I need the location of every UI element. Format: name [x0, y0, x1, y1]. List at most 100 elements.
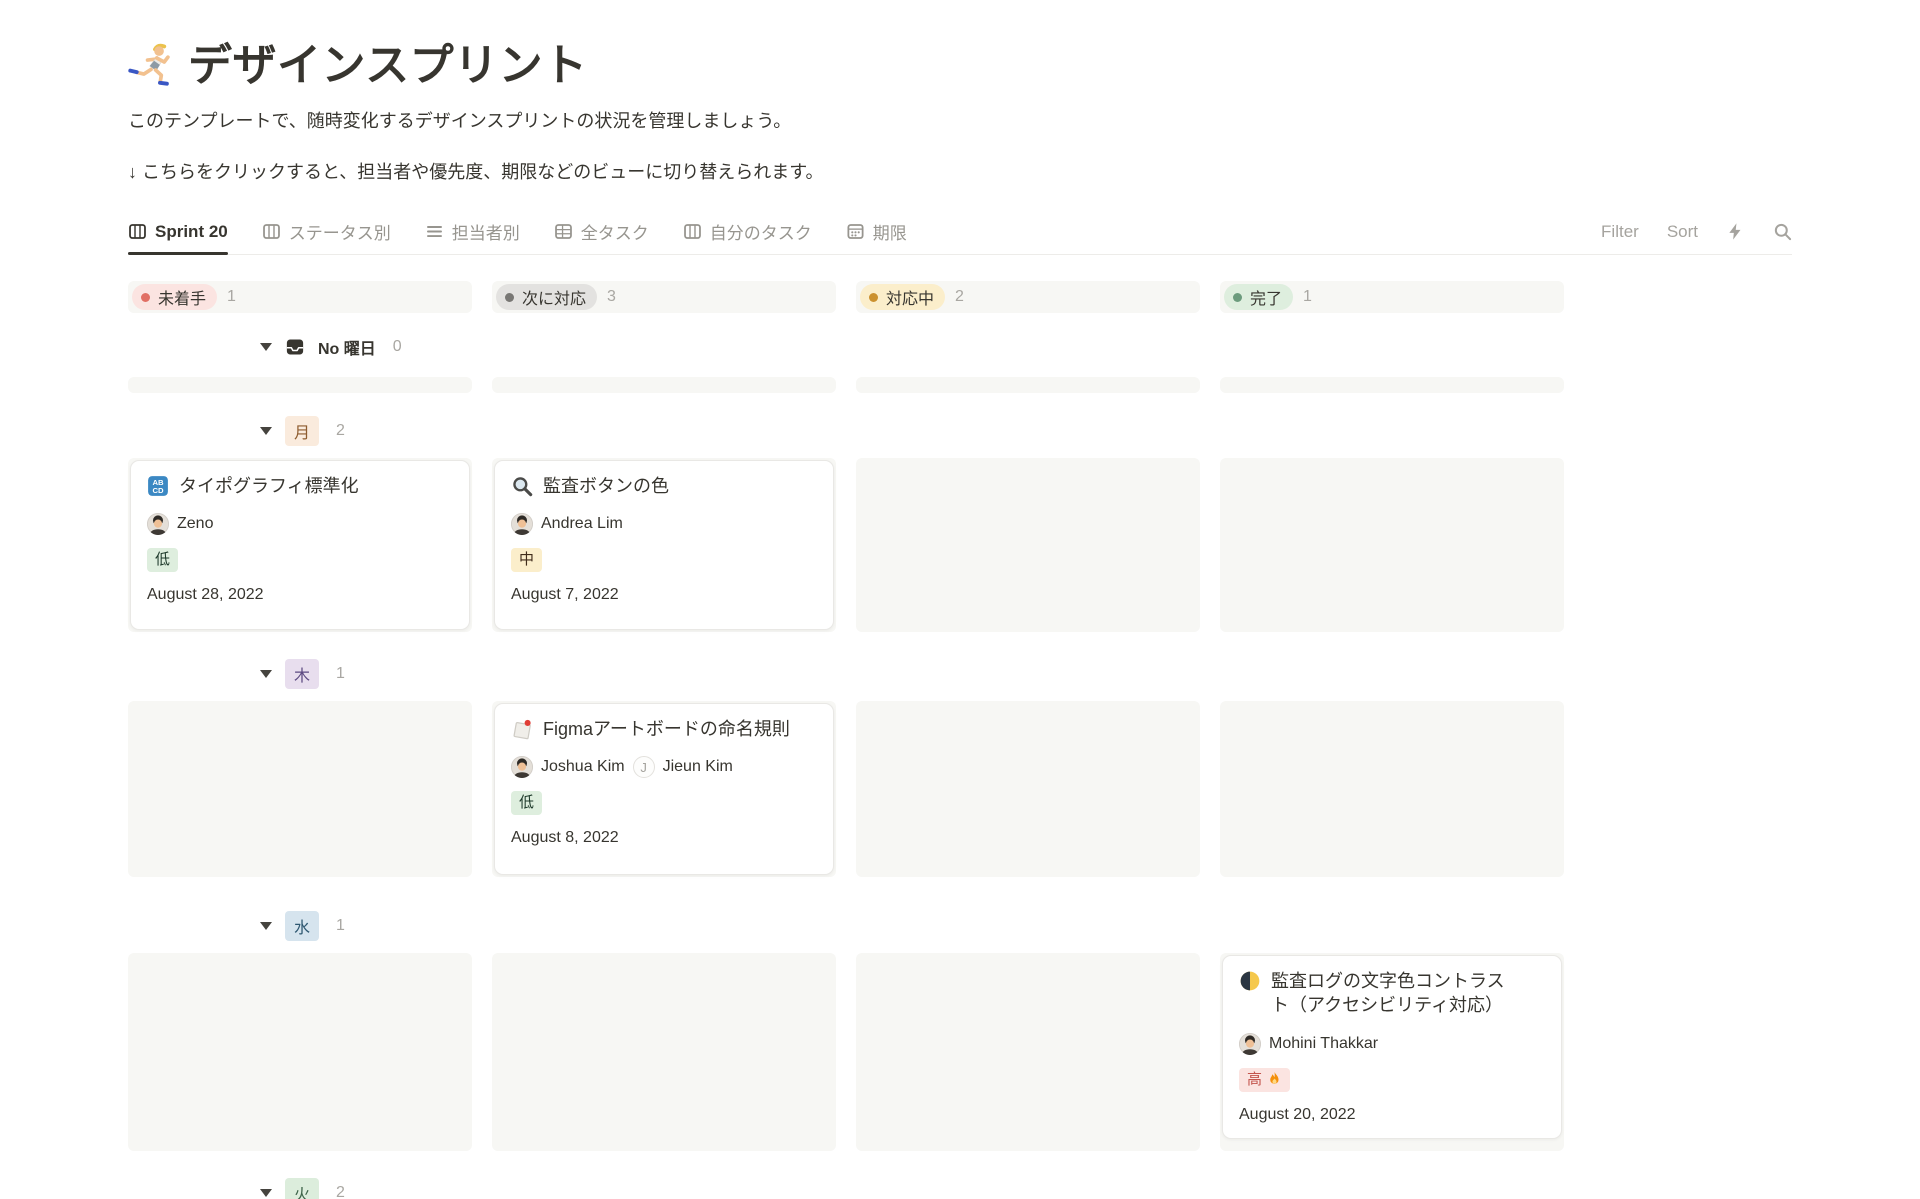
- calendar-icon: [846, 222, 865, 241]
- tab-label: 担当者別: [452, 219, 520, 244]
- status-pill-notstarted[interactable]: 未着手: [132, 284, 217, 310]
- group-label: No 曜日: [318, 335, 376, 359]
- group-count: 1: [336, 665, 345, 683]
- page-title: デザインスプリント: [188, 40, 588, 93]
- status-pill-done[interactable]: 完了: [1224, 284, 1293, 310]
- list-icon: [425, 222, 444, 241]
- column-strip: [856, 701, 1200, 877]
- board-icon: [683, 222, 702, 241]
- group-body-wednesday: 監査ログの文字色コントラスト（アクセシビリティ対応） Mohini Thakka…: [128, 953, 1564, 1151]
- group-count: 2: [336, 1184, 345, 1199]
- status-label: 未着手: [158, 285, 206, 309]
- assignee-name: Mohini Thakkar: [1269, 1035, 1378, 1053]
- status-pill-next[interactable]: 次に対応: [496, 284, 597, 310]
- page-header: デザインスプリント このテンプレートで、随時変化するデザインスプリントの状況を管…: [0, 0, 1920, 185]
- group-wednesday: 水 1 監査ログの文字色コントラスト（アクセシビリティ対応）: [128, 912, 1564, 1151]
- group-count: 2: [336, 422, 345, 440]
- collapse-triangle-icon[interactable]: [260, 343, 272, 351]
- avatar: [1239, 1033, 1261, 1055]
- collapse-triangle-icon[interactable]: [260, 670, 272, 678]
- runner-icon: [128, 43, 174, 89]
- card-figma-naming[interactable]: Figmaアートボードの命名規則 Joshua Kim J Jieun Kim …: [494, 703, 834, 875]
- priority-pill: 低: [147, 548, 178, 572]
- group-pill[interactable]: 水: [285, 911, 319, 941]
- filter-button[interactable]: Filter: [1601, 222, 1639, 242]
- status-pill-inprogress[interactable]: 対応中: [860, 284, 945, 310]
- kanban-board: 未着手 1 次に対応 3 対応中 2: [128, 281, 1564, 1199]
- search-button[interactable]: [1773, 222, 1792, 241]
- group-pill[interactable]: 木: [285, 659, 319, 689]
- status-dot: [505, 293, 514, 302]
- column-count: 1: [1303, 288, 1312, 306]
- tab-all-tasks[interactable]: 全タスク: [554, 209, 649, 254]
- collapse-triangle-icon[interactable]: [260, 427, 272, 435]
- column-count: 3: [607, 288, 616, 306]
- view-hint: ↓ こちらをクリックすると、担当者や優先度、期限などのビューに切り替えられます。: [128, 160, 1920, 185]
- column-strip: ABCD タイポグラフィ標準化 Zeno 低 August 28, 2022: [128, 458, 472, 632]
- fire-icon: [1267, 1071, 1282, 1088]
- svg-text:CD: CD: [152, 486, 164, 495]
- status-dot: [869, 293, 878, 302]
- card-title: タイポグラフィ標準化: [179, 474, 359, 498]
- lightning-button[interactable]: [1726, 222, 1745, 241]
- board-icon: [128, 222, 147, 241]
- tab-by-status[interactable]: ステータス別: [262, 209, 391, 254]
- tab-deadline[interactable]: 期限: [846, 209, 907, 254]
- group-header-monday: 月 2: [260, 417, 1564, 445]
- column-strip-notstarted: 未着手 1: [128, 281, 472, 313]
- priority-pill: 低: [511, 791, 542, 815]
- column-strip: [1220, 458, 1564, 632]
- tab-label: 期限: [873, 219, 907, 244]
- column-strip: [1220, 701, 1564, 877]
- inbox-icon: [285, 337, 305, 357]
- view-controls: Filter Sort: [1601, 222, 1792, 242]
- tab-label: 自分のタスク: [710, 219, 812, 244]
- status-dot: [141, 293, 150, 302]
- column-strip: [492, 953, 836, 1151]
- card-title: 監査ボタンの色: [543, 474, 669, 498]
- lightning-icon: [1726, 222, 1745, 241]
- group-body-thursday: Figmaアートボードの命名規則 Joshua Kim J Jieun Kim …: [128, 701, 1564, 877]
- group-pill[interactable]: 火: [285, 1178, 319, 1199]
- board-icon: [262, 222, 281, 241]
- card-audit-button-color[interactable]: 監査ボタンの色 Andrea Lim 中 August 7, 2022: [494, 460, 834, 630]
- avatar: [511, 756, 533, 778]
- half-moon-icon: [1239, 970, 1261, 992]
- collapse-triangle-icon[interactable]: [260, 922, 272, 930]
- column-strip: [128, 377, 472, 393]
- due-date: August 20, 2022: [1239, 1106, 1545, 1124]
- letter-avatar: J: [633, 756, 655, 778]
- group-header-tuesday: 火 2: [260, 1179, 1564, 1199]
- assignee-name: Andrea Lim: [541, 515, 623, 533]
- tab-my-tasks[interactable]: 自分のタスク: [683, 209, 812, 254]
- avatar: [511, 513, 533, 535]
- avatar: [147, 513, 169, 535]
- table-icon: [554, 222, 573, 241]
- due-date: August 7, 2022: [511, 586, 817, 604]
- card-audit-log-contrast[interactable]: 監査ログの文字色コントラスト（アクセシビリティ対応） Mohini Thakka…: [1222, 955, 1562, 1139]
- column-strip: Figmaアートボードの命名規則 Joshua Kim J Jieun Kim …: [492, 701, 836, 877]
- group-monday: 月 2 ABCD タイポグラフィ標準化 Zeno: [128, 417, 1564, 632]
- status-label: 対応中: [886, 285, 934, 309]
- collapse-triangle-icon[interactable]: [260, 1189, 272, 1197]
- tab-label: ステータス別: [289, 219, 391, 244]
- status-header-row: 未着手 1 次に対応 3 対応中 2: [128, 281, 1564, 313]
- card-title: Figmaアートボードの命名規則: [543, 717, 790, 741]
- priority-pill: 中: [511, 548, 542, 572]
- tab-label: 全タスク: [581, 219, 649, 244]
- view-toolbar: Sprint 20 ステータス別 担当者別 全タスク 自分のタスク 期限: [128, 209, 1792, 255]
- sort-button[interactable]: Sort: [1667, 222, 1698, 242]
- group-body-no-day: [128, 377, 1564, 393]
- card-typography[interactable]: ABCD タイポグラフィ標準化 Zeno 低 August 28, 2022: [130, 460, 470, 630]
- abc-input-icon: ABCD: [147, 475, 169, 497]
- column-strip: [492, 377, 836, 393]
- assignee-name: Zeno: [177, 515, 213, 533]
- group-pill[interactable]: 月: [285, 416, 319, 446]
- search-icon: [1773, 222, 1792, 241]
- assignee-name: Joshua Kim: [541, 758, 625, 776]
- tab-by-assignee[interactable]: 担当者別: [425, 209, 520, 254]
- assignee-name: Jieun Kim: [663, 758, 733, 776]
- group-no-day: No 曜日 0: [128, 333, 1564, 393]
- column-strip: 監査ログの文字色コントラスト（アクセシビリティ対応） Mohini Thakka…: [1220, 953, 1564, 1151]
- tab-sprint-20[interactable]: Sprint 20: [128, 209, 228, 254]
